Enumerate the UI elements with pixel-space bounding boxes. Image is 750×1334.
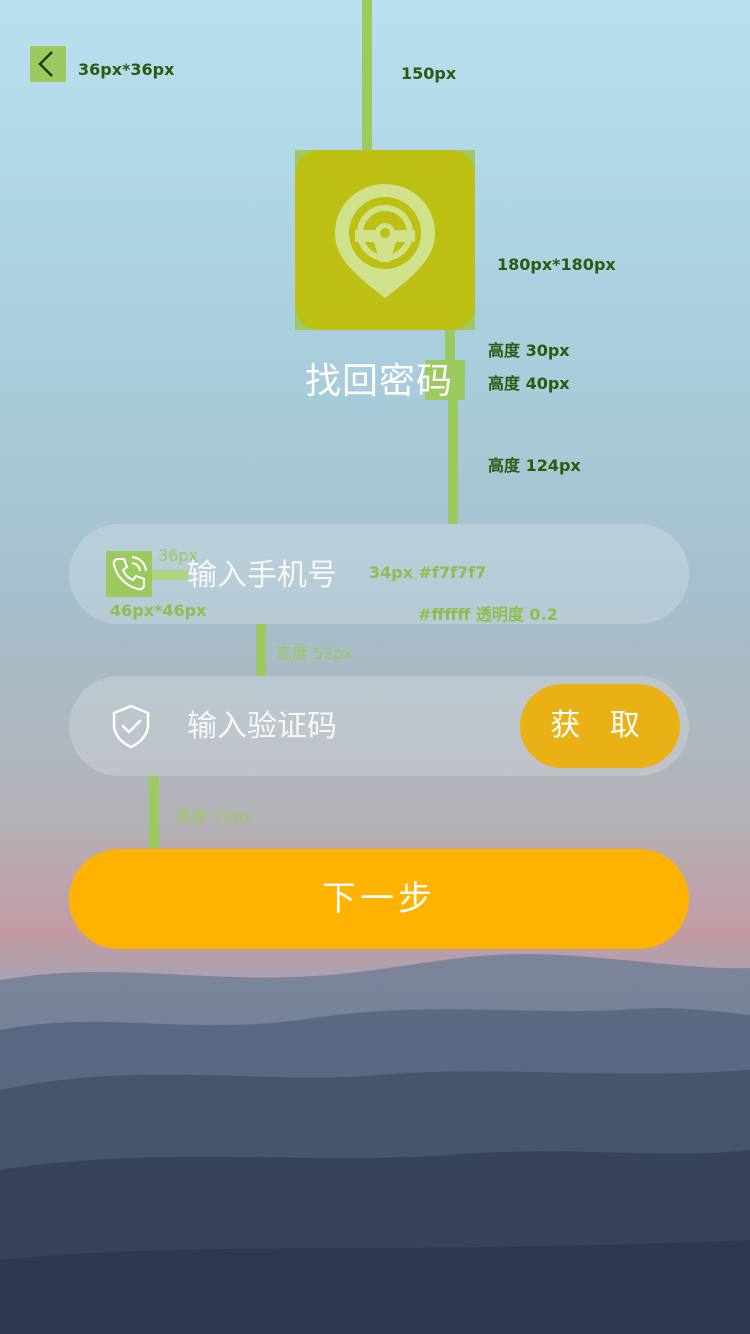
annotation-top-gap: 150px xyxy=(401,64,457,83)
guide-gap-52 xyxy=(256,624,266,676)
phone-input-placeholder[interactable]: 输入手机号 xyxy=(187,556,337,596)
annotation-h124: 高度 124px xyxy=(488,456,581,475)
steering-wheel-pin-icon xyxy=(335,184,435,298)
annotation-pill-spec: #ffffff 透明度 0.2 xyxy=(418,605,558,624)
chevron-left-icon xyxy=(38,51,53,77)
app-logo xyxy=(295,150,475,330)
get-code-button[interactable]: 获 取 xyxy=(520,684,680,768)
guide-gap-72 xyxy=(149,776,159,848)
annotation-h40: 高度 40px xyxy=(488,374,570,393)
annotation-back-size: 36px*36px xyxy=(78,60,175,79)
code-input-placeholder[interactable]: 输入验证码 xyxy=(187,707,337,747)
guide-title-to-form xyxy=(448,400,458,524)
page-title: 找回密码 xyxy=(305,361,454,402)
screen: 36px*36px 150px 180px*180px 高度 30px 高度 4… xyxy=(0,0,750,1334)
next-step-button[interactable]: 下一步 xyxy=(69,849,689,949)
annotation-h30: 高度 30px xyxy=(488,341,570,360)
annotation-h72: 高度 72px xyxy=(175,807,253,826)
guide-logo-to-title xyxy=(445,330,455,360)
shield-check-icon xyxy=(112,704,150,749)
guide-top xyxy=(362,0,372,150)
mountain-background xyxy=(0,954,750,1334)
annotation-icon-gap: 36px xyxy=(158,546,198,565)
phone-icon xyxy=(112,556,147,591)
annotation-h52: 高度 52px xyxy=(276,644,354,663)
back-button[interactable] xyxy=(30,46,66,82)
annotation-icon-size: 46px*46px xyxy=(110,601,207,620)
annotation-text-spec: 34px #f7f7f7 xyxy=(369,563,487,582)
annotation-logo-size: 180px*180px xyxy=(497,255,616,274)
